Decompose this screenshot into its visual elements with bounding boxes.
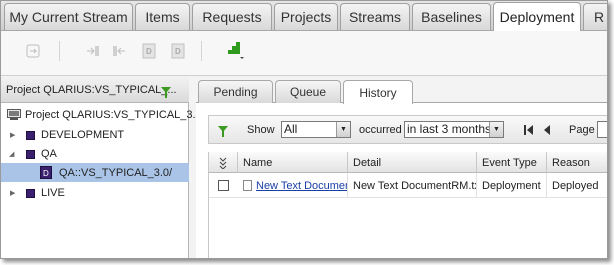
deploy-d2-icon[interactable]: D (170, 43, 186, 59)
column-options-icon[interactable] (209, 152, 238, 173)
top-tab-bar: My Current Stream Items Requests Project… (1, 1, 607, 31)
tab-projects[interactable]: Projects (274, 3, 338, 30)
table-header: Name Detail Event Type Reason (209, 152, 607, 173)
page-number-input[interactable] (597, 121, 607, 138)
table-row[interactable]: New Text Document New Text DocumentRM.tx… (209, 173, 607, 198)
column-label: Event Type (482, 156, 537, 169)
tree-item-label: Project QLARIUS:VS_TYPICAL_3.0 (25, 109, 202, 121)
tab-label: Items (145, 9, 180, 25)
tab-history[interactable]: History (343, 80, 413, 104)
history-filter-bar: Show All ▼ occurred in last 3 months ▼ P… (208, 115, 607, 144)
stage-square-icon (26, 149, 35, 159)
project-selector-label: Project QLARIUS:VS_TYPICAL_... (6, 83, 177, 96)
page-label: Page (569, 124, 595, 136)
chevron-down-icon: ▼ (336, 122, 350, 137)
history-table: Name Detail Event Type Reason New Text D… (208, 152, 607, 258)
toolbar-separator (201, 41, 202, 61)
deploy-area-icon: D (40, 166, 52, 179)
tab-baselines[interactable]: Baselines (412, 3, 491, 30)
cell-name: New Text Document (238, 173, 348, 198)
show-label: Show (247, 124, 275, 136)
tab-label: Requests (202, 9, 262, 25)
column-header-name[interactable]: Name (238, 152, 348, 173)
first-page-icon[interactable] (527, 125, 533, 135)
deploy-d-icon[interactable]: D (141, 43, 157, 59)
cell-detail: New Text DocumentRM.txt;3 (348, 173, 477, 198)
tab-label: R (594, 9, 605, 25)
tab-label: Pending (213, 85, 258, 99)
tree-item-development[interactable]: ▶ DEVELOPMENT (1, 125, 189, 145)
tab-deployment[interactable]: Deployment (493, 2, 581, 31)
reason-text: Deployed (552, 179, 599, 192)
tab-streams[interactable]: Streams (340, 3, 410, 30)
event-type-text: Deployment (482, 179, 541, 192)
column-label: Name (243, 156, 273, 169)
tab-items[interactable]: Items (135, 3, 190, 30)
svg-text:D: D (146, 47, 152, 56)
tree-item-label: LIVE (41, 187, 65, 199)
stage-square-icon (26, 130, 35, 140)
occurred-select[interactable]: in last 3 months ▼ (404, 121, 504, 138)
cell-reason: Deployed (547, 173, 607, 198)
tab-label: My Current Stream (9, 9, 128, 25)
occurred-select-value: in last 3 months (407, 122, 492, 136)
row-checkbox-cell (209, 173, 238, 198)
project-tree-panel: Project QLARIUS:VS_TYPICAL_... Project Q… (1, 77, 202, 258)
show-select[interactable]: All ▼ (281, 121, 351, 138)
tab-requests[interactable]: Requests (192, 3, 272, 30)
tab-label: Deployment (499, 9, 575, 25)
tab-label: History (359, 85, 397, 100)
deployment-panel: Pending Queue History Show All ▼ occurre… (196, 77, 607, 258)
deploy-arrow-icon[interactable] (25, 43, 41, 59)
column-label: Reason (552, 156, 590, 169)
first-page-bar (524, 125, 526, 135)
tab-my-current-stream[interactable]: My Current Stream (4, 3, 133, 30)
tab-pending[interactable]: Pending (198, 80, 273, 103)
tab-label: Streams (348, 9, 402, 25)
app-window: My Current Stream Items Requests Project… (0, 0, 608, 259)
tree-item-label: QA::VS_TYPICAL_3.0/ (59, 166, 173, 179)
tree-item-live[interactable]: ▶ LIVE (1, 183, 189, 203)
expand-arrow-icon[interactable]: ▶ (10, 189, 15, 197)
stage-chart-icon[interactable] (224, 40, 246, 62)
svg-text:D: D (43, 169, 49, 178)
occurred-label: occurred (359, 124, 402, 136)
tree-item-qa[interactable]: ◢ QA (1, 144, 189, 164)
previous-page-icon[interactable] (544, 125, 550, 135)
demote-icon[interactable] (111, 43, 127, 59)
collapse-arrow-icon[interactable]: ◢ (9, 150, 14, 158)
tree-item-label: QA (41, 148, 57, 160)
column-label: Detail (353, 156, 382, 169)
expand-arrow-icon[interactable]: ▶ (10, 131, 15, 139)
row-checkbox[interactable] (218, 180, 229, 191)
document-icon (243, 180, 252, 191)
tab-label: Queue (289, 85, 327, 99)
tree-item-label: DEVELOPMENT (41, 129, 125, 141)
stage-square-icon (26, 188, 35, 198)
chevron-down-icon: ▼ (489, 122, 503, 137)
column-header-event-type[interactable]: Event Type (477, 152, 547, 173)
tab-label: Projects (280, 9, 332, 25)
promote-icon[interactable] (85, 43, 101, 59)
svg-text:D: D (175, 47, 181, 56)
tree-item-project-root[interactable]: Project QLARIUS:VS_TYPICAL_3.0 (1, 105, 202, 125)
sub-tab-bar: Pending Queue History (196, 77, 607, 104)
toolbar-separator (59, 41, 60, 61)
cell-event-type: Deployment (477, 173, 547, 198)
toolbar: D D (1, 31, 607, 76)
tab-label: Baselines (421, 9, 482, 25)
show-select-value: All (284, 122, 298, 136)
filter-icon[interactable] (218, 126, 228, 137)
tree-item-qa-stream[interactable]: D QA::VS_TYPICAL_3.0/ (1, 163, 189, 182)
detail-text: New Text DocumentRM.txt;3 (353, 179, 476, 192)
column-header-detail[interactable]: Detail (348, 152, 477, 173)
project-icon (7, 109, 21, 120)
tab-overflow[interactable]: R (583, 3, 607, 30)
column-header-reason[interactable]: Reason (547, 152, 607, 173)
tab-queue[interactable]: Queue (275, 80, 341, 103)
project-selector[interactable]: Project QLARIUS:VS_TYPICAL_... (1, 77, 189, 103)
item-name-link[interactable]: New Text Document (256, 180, 347, 192)
filter-icon[interactable] (161, 87, 171, 98)
